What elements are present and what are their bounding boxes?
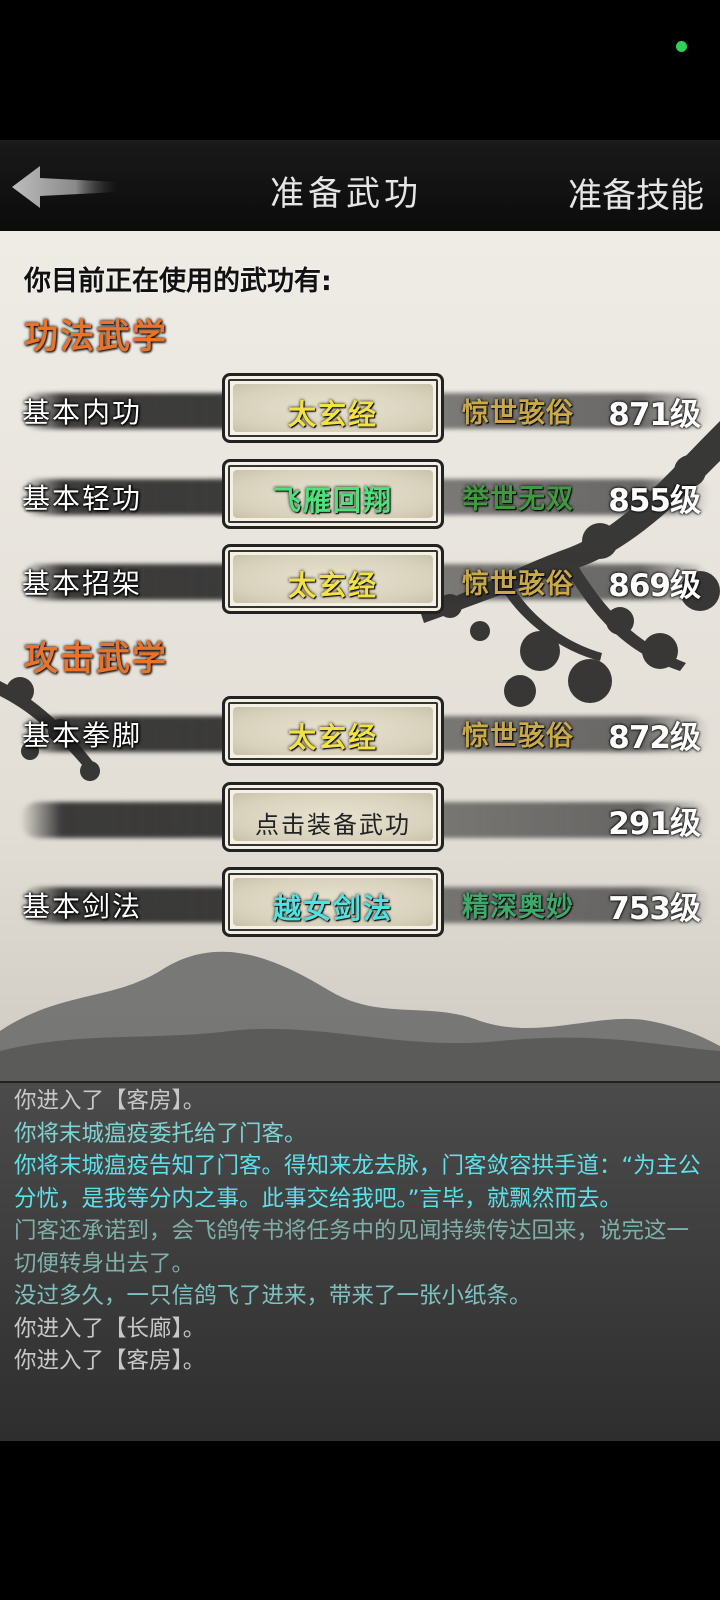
log-line: 你将末城瘟疫委托给了门客。 — [14, 1120, 307, 1147]
skill-row: 基本内功 太玄经 惊世骇俗 871级 — [0, 373, 720, 447]
back-arrow-icon — [12, 166, 118, 208]
skill-row: 基本招架 太玄经 惊世骇俗 869级 — [0, 544, 720, 618]
slot-name: 基本内功 — [22, 396, 143, 429]
equip-skill-button[interactable]: 飞雁回翔 — [222, 459, 444, 529]
skill-level: 753级 — [608, 891, 701, 927]
skill-rank: 举世无双 — [462, 484, 574, 515]
log-line: 你进入了【客房】。 — [14, 1348, 206, 1374]
top-bar: 准备武功 准备技能 — [0, 140, 720, 231]
equip-skill-button[interactable]: 太玄经 — [222, 696, 444, 766]
equipped-skill-name: 飞雁回翔 — [272, 484, 393, 517]
skill-row: 基本剑法 越女剑法 精深奥妙 753级 — [0, 867, 720, 941]
log-line: 没过多久，一只信鸽飞了进来，带来了一张小纸条。 — [14, 1283, 532, 1309]
bottom-navigation-area — [0, 1441, 720, 1600]
skill-rank: 精深奥妙 — [462, 892, 574, 923]
skill-level: 291级 — [608, 806, 701, 842]
skill-rank: 惊世骇俗 — [462, 569, 574, 600]
skill-rank: 惊世骇俗 — [462, 721, 574, 752]
skill-level: 871级 — [608, 397, 701, 433]
equip-skill-button[interactable]: 太玄经 — [222, 373, 444, 443]
log-line: 你进入了【客房】。 — [14, 1088, 206, 1114]
tab-prepare-skills[interactable]: 准备技能 — [568, 168, 704, 217]
skill-level: 855级 — [608, 483, 701, 519]
equipped-skill-name: 越女剑法 — [272, 892, 393, 925]
page-title: 准备武功 — [270, 174, 422, 214]
equip-skill-button[interactable]: 越女剑法 — [222, 867, 444, 937]
slot-name: 基本轻功 — [22, 482, 143, 515]
equipped-skill-name: 太玄经 — [287, 398, 378, 431]
slot-name: 基本招架 — [22, 567, 143, 600]
status-bar — [0, 0, 720, 140]
equipped-skill-name: 太玄经 — [287, 569, 378, 602]
equipped-skill-name: 太玄经 — [287, 721, 378, 754]
equip-skill-button[interactable]: 点击装备武功 — [222, 782, 444, 852]
section-title-attack-arts: 攻击武学 — [24, 639, 168, 679]
skill-row: 点击装备武功 291级 — [0, 782, 720, 856]
martial-arts-panel: 你目前正在使用的武功有: 功法武学 基本内功 太玄经 惊世骇俗 871级 基本轻… — [0, 231, 720, 1081]
equip-skill-button[interactable]: 太玄经 — [222, 544, 444, 614]
equip-prompt-label: 点击装备武功 — [255, 811, 411, 839]
skill-row: 基本拳脚 太玄经 惊世骇俗 872级 — [0, 696, 720, 770]
status-indicator-dot — [676, 41, 687, 52]
back-arrow-button[interactable] — [10, 164, 120, 210]
log-line: 你进入了【长廊】。 — [14, 1315, 206, 1342]
skill-rank: 惊世骇俗 — [462, 398, 574, 429]
equipped-intro-text: 你目前正在使用的武功有: — [24, 266, 332, 297]
message-log[interactable]: 你进入了【客房】。 你将末城瘟疫委托给了门客。 你将末城瘟疫告知了门客。得知来龙… — [0, 1081, 720, 1441]
skill-row: 基本轻功 飞雁回翔 举世无双 855级 — [0, 459, 720, 533]
slot-name: 基本剑法 — [22, 890, 143, 923]
slot-name: 基本拳脚 — [22, 719, 143, 752]
section-title-internal-arts: 功法武学 — [24, 317, 168, 357]
skill-level: 872级 — [608, 720, 701, 756]
skill-level: 869级 — [608, 568, 701, 604]
log-line: 门客还承诺到，会飞鸽传书将任务中的见闻持续传达回来，说完这一切便转身出去了。 — [14, 1218, 690, 1277]
log-line: 你将末城瘟疫告知了门客。得知来龙去脉，门客敛容拱手道：“为主公分忧，是我等分内之… — [14, 1153, 701, 1212]
